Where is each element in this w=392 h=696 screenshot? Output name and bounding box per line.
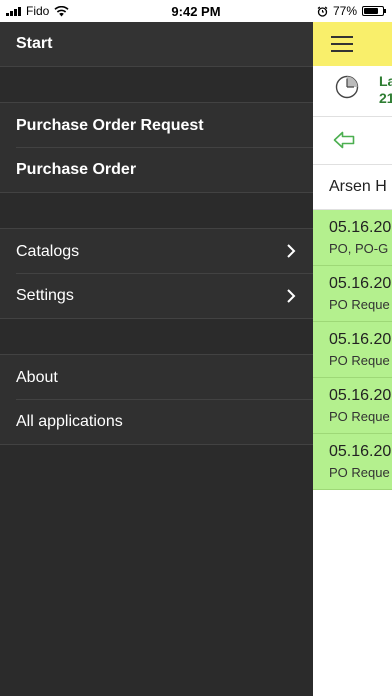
user-row: Arsen H (313, 165, 392, 210)
app-bar (313, 22, 392, 66)
list-item[interactable]: 05.16.20 PO Reque (313, 434, 392, 490)
menu-item-label: Catalogs (16, 242, 80, 260)
menu-item-label: All applications (16, 413, 123, 430)
menu-item-settings[interactable]: Settings (0, 274, 313, 319)
menu-item-purchase-order-request[interactable]: Purchase Order Request (0, 103, 313, 148)
main-content: La 21 Arsen H 05.16.20 PO, PO-G 05.16.20 PO… (313, 22, 392, 696)
entry-date: 05.16.20 (329, 331, 392, 348)
alarm-icon (317, 6, 328, 17)
menu-item-all-applications[interactable]: All applications (0, 400, 313, 445)
chevron-right-icon (287, 289, 296, 303)
list-item[interactable]: 05.16.20 PO Reque (313, 266, 392, 322)
info-text: La 21 (379, 73, 392, 107)
entry-date: 05.16.20 (329, 219, 392, 236)
list-item[interactable]: 05.16.20 PO Reque (313, 378, 392, 434)
battery-icon (362, 6, 386, 16)
back-arrow-icon[interactable] (333, 131, 355, 149)
hamburger-icon[interactable] (331, 36, 353, 57)
battery-fill (364, 8, 378, 14)
battery-percent: 77% (332, 4, 357, 18)
clock-icon (335, 75, 359, 99)
side-menu: Start Purchase Order Request Purchase Or… (0, 22, 313, 696)
menu-spacer (0, 193, 313, 229)
info-line-1: La (379, 73, 392, 89)
info-line-2: 21 (379, 90, 392, 106)
menu-item-start[interactable]: Start (0, 22, 313, 67)
status-right: 77% (317, 4, 386, 18)
entry-date: 05.16.20 (329, 387, 392, 404)
chevron-right-icon (287, 244, 296, 258)
navigation-row (313, 117, 392, 165)
list-item[interactable]: 05.16.20 PO, PO-G (313, 210, 392, 266)
entry-list: 05.16.20 PO, PO-G 05.16.20 PO Reque 05.16.20… (313, 210, 392, 490)
menu-item-label: Start (16, 35, 53, 52)
menu-item-about[interactable]: About (0, 355, 313, 400)
status-bar: Fido 9:42 PM 77% (0, 0, 392, 22)
entry-description: PO Reque (329, 465, 390, 480)
menu-spacer (0, 67, 313, 103)
menu-item-purchase-order[interactable]: Purchase Order (0, 148, 313, 193)
entry-date: 05.16.20 (329, 443, 392, 460)
user-name: Arsen H (329, 178, 387, 195)
menu-spacer (0, 319, 313, 355)
menu-item-label: Purchase Order (16, 161, 137, 178)
menu-item-label: Settings (16, 287, 74, 304)
menu-item-catalogs[interactable]: Catalogs (0, 229, 313, 274)
entry-date: 05.16.20 (329, 275, 392, 292)
menu-item-label: About (16, 368, 58, 386)
list-item[interactable]: 05.16.20 PO Reque (313, 322, 392, 378)
entry-description: PO Reque (329, 353, 390, 368)
entry-description: PO Reque (329, 409, 390, 424)
info-row: La 21 (313, 66, 392, 117)
entry-description: PO, PO-G (329, 241, 389, 256)
entry-description: PO Reque (329, 297, 390, 312)
menu-item-label: Purchase Order Request (16, 116, 204, 134)
